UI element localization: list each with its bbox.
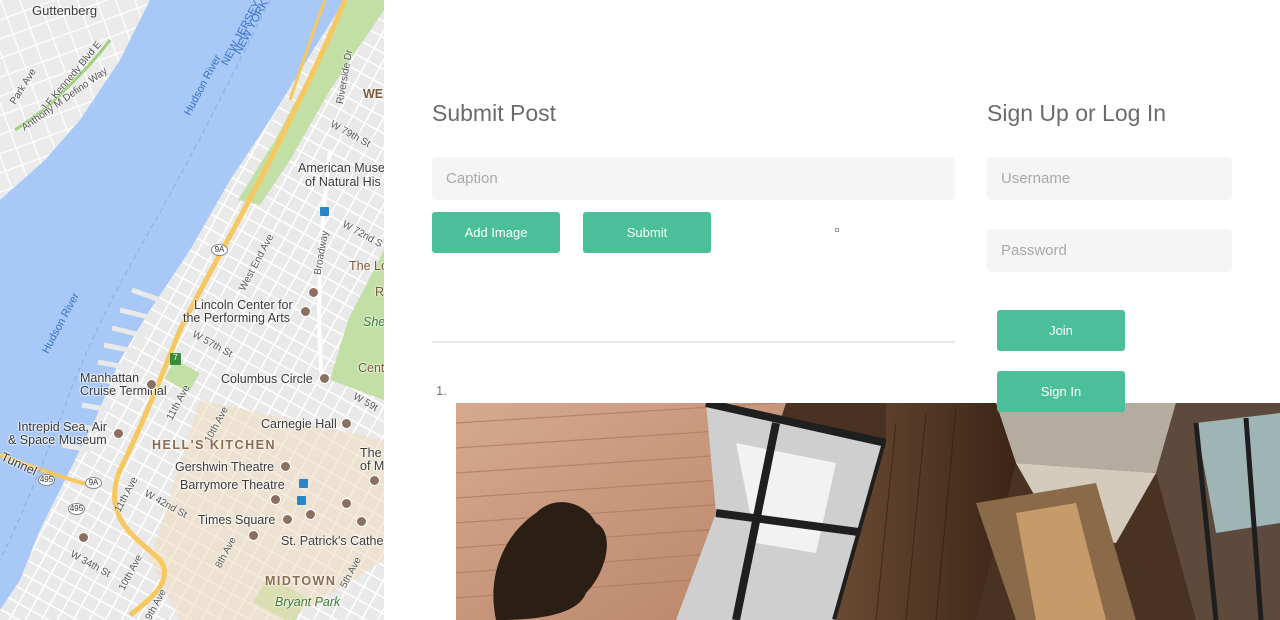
- poi-marker-icon: [282, 514, 293, 525]
- poi-marker-icon: [270, 494, 281, 505]
- map-label-cent: Cent: [358, 361, 384, 375]
- auth-title: Sign Up or Log In: [987, 100, 1167, 126]
- map-label-hells-kitchen: HELL'S KITCHEN: [152, 438, 276, 452]
- poi-marker-icon: [305, 509, 316, 520]
- subway-icon: [297, 496, 306, 505]
- map-label-intrepid-2: & Space Museum: [8, 433, 107, 447]
- route-shield-9a: 9A: [85, 477, 102, 489]
- caption-input[interactable]: [432, 157, 955, 200]
- post-list-number: 1.: [436, 383, 447, 398]
- map-label-st-patricks: St. Patrick's Cathe: [281, 534, 384, 548]
- map-label-she: She: [363, 315, 384, 329]
- poi-marker-icon: [146, 379, 157, 390]
- route-shield-7: 7: [170, 353, 181, 365]
- map-label-amnh-2: of Natural His: [305, 175, 381, 189]
- post-image-graphic: [456, 403, 1280, 620]
- submit-post-title: Submit Post: [432, 100, 556, 126]
- poi-marker-icon: [300, 306, 311, 317]
- poi-marker-icon: [280, 461, 291, 472]
- map-label-lincoln-1: Lincoln Center for: [194, 298, 293, 312]
- poi-marker-icon: [78, 532, 89, 543]
- map-label-r: R: [375, 285, 384, 299]
- password-input[interactable]: [987, 229, 1232, 272]
- map-label-barrymore: Barrymore Theatre: [180, 478, 285, 492]
- map-label-carnegie-hall: Carnegie Hall: [261, 417, 337, 431]
- map-label-the-m-2: of M: [360, 459, 384, 473]
- map-label-we: WE: [363, 87, 384, 101]
- route-shield-495: 495: [38, 474, 55, 486]
- poi-marker-icon: [341, 418, 352, 429]
- poi-marker-icon: [248, 530, 259, 541]
- map-label-guttenberg: Guttenberg: [32, 3, 98, 18]
- map-label-columbus-circle: Columbus Circle: [221, 372, 313, 386]
- poi-marker-icon: [341, 498, 352, 509]
- submit-button[interactable]: Submit: [583, 212, 711, 253]
- post-image: [456, 403, 1280, 620]
- map-label-the-lo: The Lo: [349, 259, 384, 273]
- map-label-midtown: MIDTOWN: [265, 574, 337, 588]
- add-image-button[interactable]: Add Image: [432, 212, 560, 253]
- map-label-intrepid-1: Intrepid Sea, Air: [18, 420, 107, 434]
- poi-marker-icon: [369, 475, 380, 486]
- subway-icon: [299, 479, 308, 488]
- map-label-gershwin: Gershwin Theatre: [175, 460, 275, 474]
- map-label-times-square: Times Square: [198, 513, 276, 527]
- sign-in-button[interactable]: Sign In: [997, 371, 1125, 412]
- divider: [432, 341, 955, 343]
- username-input[interactable]: [987, 157, 1232, 200]
- map-label-lincoln-2: the Performing Arts: [183, 311, 290, 325]
- map-label-bryant-park: Bryant Park: [275, 595, 341, 609]
- route-shield-495: 495: [68, 503, 85, 515]
- loading-indicator-icon: [835, 228, 839, 232]
- route-shield-9a: 9A: [211, 244, 228, 256]
- map-label-amnh-1: American Muse: [298, 161, 384, 175]
- join-button[interactable]: Join: [997, 310, 1125, 351]
- poi-marker-icon: [113, 428, 124, 439]
- poi-marker-icon: [319, 373, 330, 384]
- map-label-the-m-1: The: [360, 446, 382, 460]
- subway-icon: [320, 207, 329, 216]
- map-label-manhattan-ct-1: Manhattan: [80, 371, 140, 385]
- map-view[interactable]: Guttenberg Park Ave J F Kennedy Blvd E A…: [0, 0, 384, 620]
- poi-marker-icon: [308, 287, 319, 298]
- poi-marker-icon: [356, 516, 367, 527]
